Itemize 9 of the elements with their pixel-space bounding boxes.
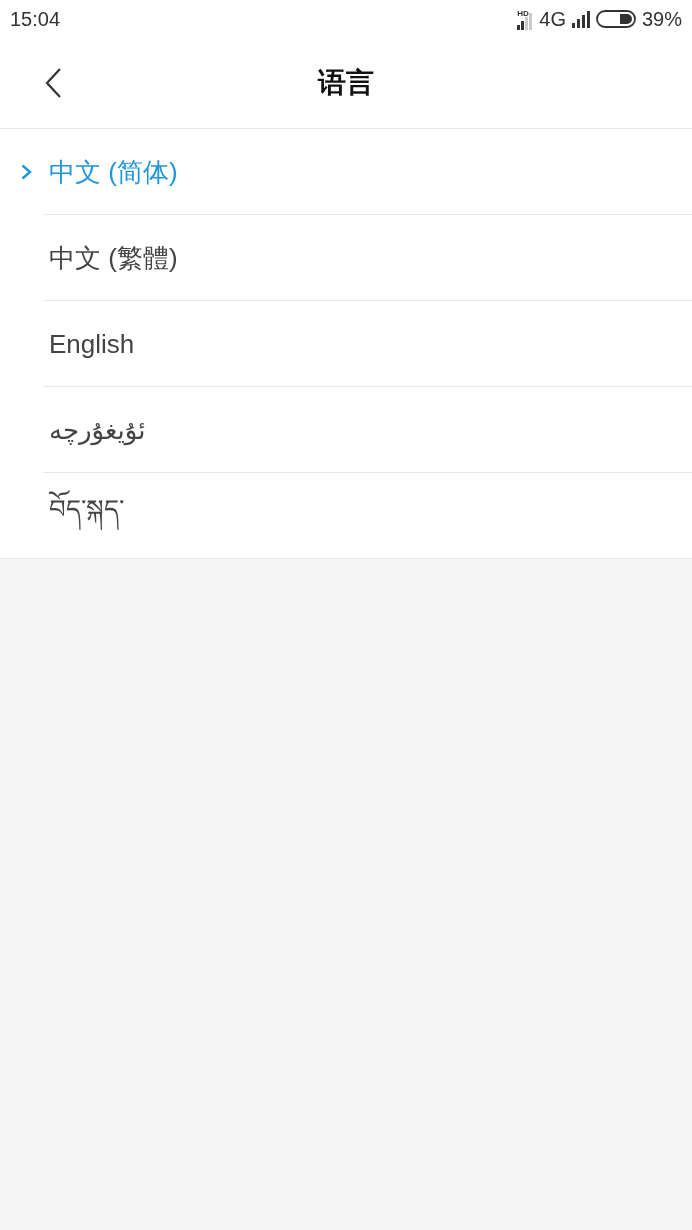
network-type: 4G (539, 7, 566, 31)
page-title: 语言 (318, 66, 374, 100)
battery-icon (595, 10, 636, 28)
chevron-icon (21, 164, 32, 180)
battery-percent: 39% (641, 7, 682, 31)
signal-icon (571, 10, 590, 28)
hd-label: HD (517, 10, 529, 18)
back-icon (45, 68, 61, 98)
status-time: 15:04 (10, 7, 61, 31)
